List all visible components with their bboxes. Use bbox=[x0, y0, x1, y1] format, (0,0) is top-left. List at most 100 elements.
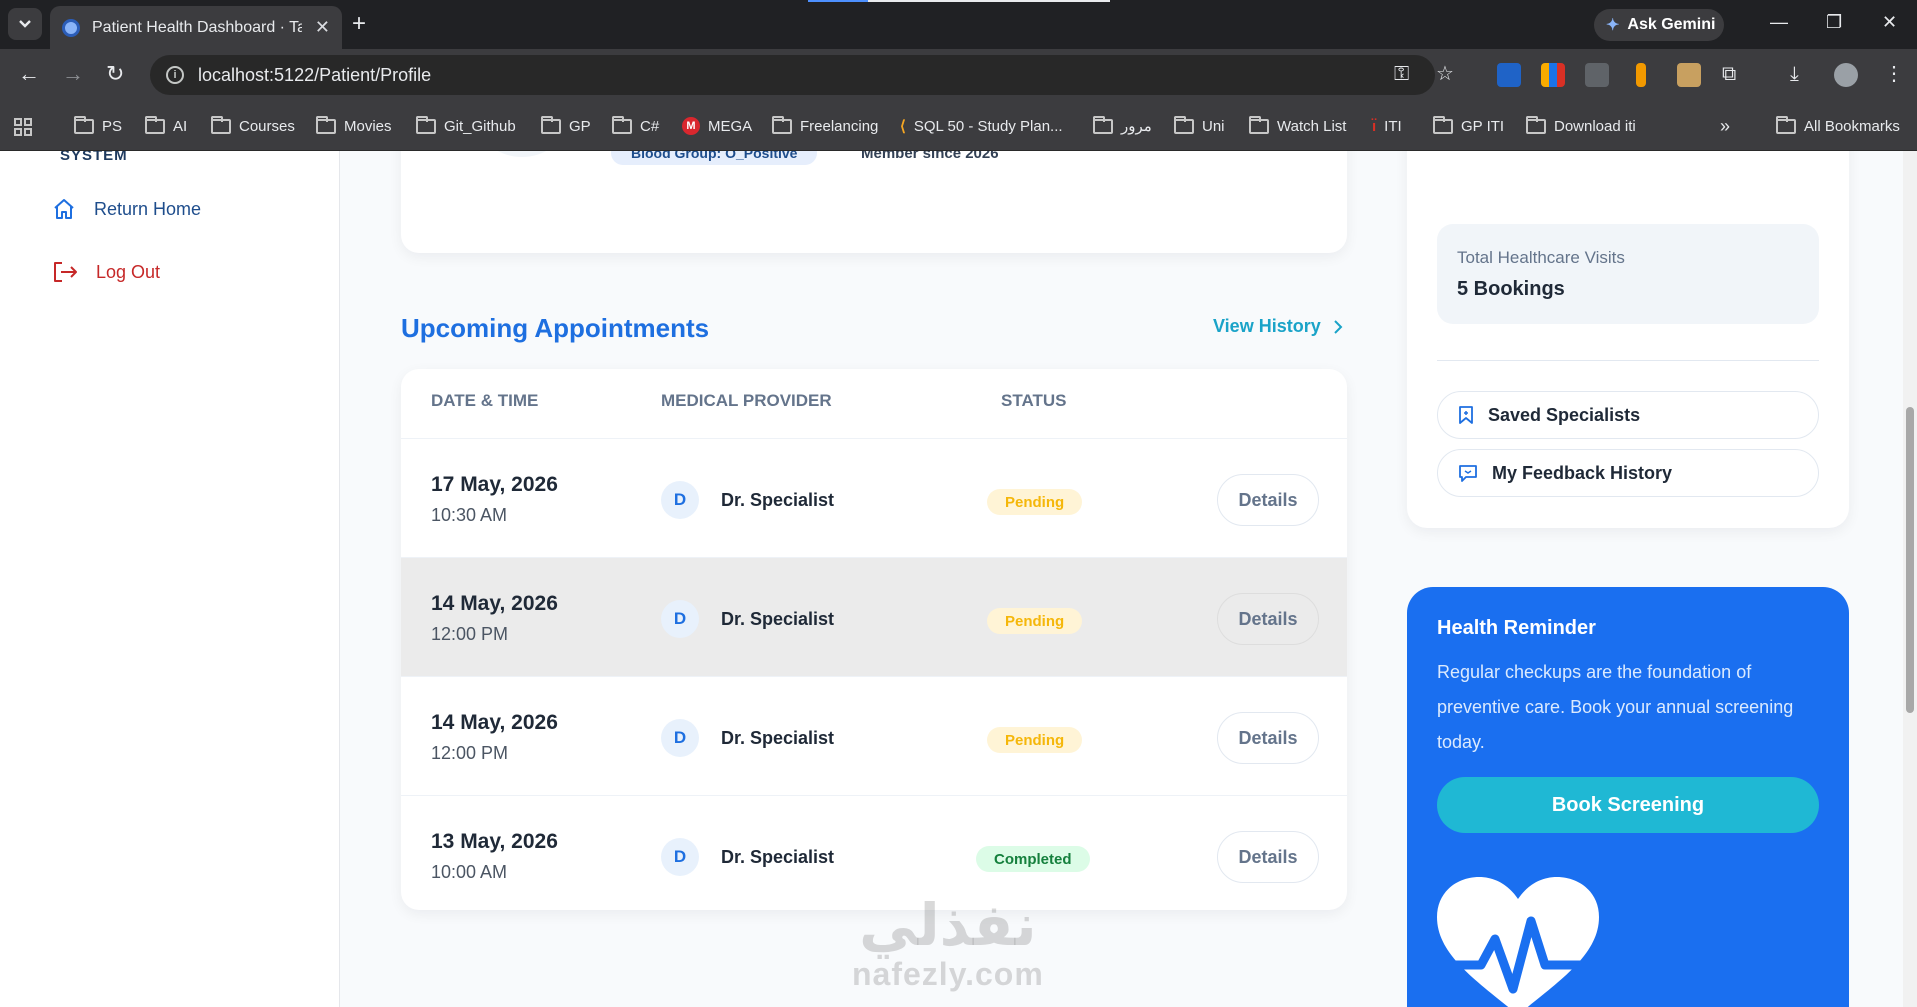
tab-strip-indicator bbox=[808, 0, 868, 2]
table-row: 14 May, 2026 12:00 PM D Dr. Specialist P… bbox=[401, 676, 1347, 795]
doctor-avatar: D bbox=[661, 481, 699, 519]
bookmark-label: PS bbox=[102, 117, 123, 135]
details-button[interactable]: Details bbox=[1217, 593, 1319, 645]
bookmark-label: MEGA bbox=[708, 117, 753, 135]
total-visits-label: Total Healthcare Visits bbox=[1457, 248, 1625, 267]
details-button[interactable]: Details bbox=[1217, 474, 1319, 526]
folder-icon bbox=[1526, 115, 1546, 134]
extension-analytics-icon[interactable] bbox=[1541, 63, 1565, 87]
apps-grid-icon[interactable] bbox=[14, 118, 32, 136]
back-arrow-icon[interactable]: ← bbox=[18, 63, 40, 85]
header-status: STATUS bbox=[1001, 391, 1067, 410]
return-home-label: Return Home bbox=[94, 198, 202, 219]
extension-pin-icon[interactable] bbox=[1636, 63, 1646, 87]
bookmark-label: ITI bbox=[1384, 117, 1402, 135]
downloads-icon[interactable]: ⤓ bbox=[1790, 64, 1799, 84]
chevron-down-icon bbox=[19, 20, 31, 28]
extension-text-icon[interactable] bbox=[1585, 63, 1609, 87]
forward-arrow-icon[interactable]: → bbox=[62, 63, 84, 85]
bookmark-git-github[interactable]: Git_Github bbox=[416, 115, 516, 137]
saved-specialists-label: Saved Specialists bbox=[1488, 404, 1641, 425]
log-out-link[interactable]: Log Out bbox=[52, 261, 160, 283]
folder-icon bbox=[1174, 115, 1194, 134]
header-date-time: DATE & TIME bbox=[431, 391, 539, 410]
appointment-time: 10:30 AM bbox=[431, 505, 508, 525]
details-button[interactable]: Details bbox=[1217, 712, 1319, 764]
bookmark-sql50[interactable]: ⟨ SQL 50 - Study Plan... bbox=[900, 115, 1063, 137]
folder-icon bbox=[416, 115, 436, 134]
bookmark-freelancing[interactable]: Freelancing bbox=[772, 115, 878, 137]
gemini-sparkle-icon: ✦ bbox=[1606, 17, 1620, 34]
extensions-puzzle-icon[interactable]: ⧉ bbox=[1722, 64, 1736, 84]
browser-tab-bar: Patient Health Dashboard · Tabi ✕ + ✦ As… bbox=[0, 0, 1917, 49]
active-browser-tab[interactable]: Patient Health Dashboard · Tabi ✕ bbox=[50, 6, 342, 49]
folder-icon bbox=[211, 115, 231, 134]
bookmark-watch-list[interactable]: Watch List bbox=[1249, 115, 1346, 137]
bookmark-moror[interactable]: مرور bbox=[1093, 115, 1152, 137]
appointment-date: 14 May, 2026 bbox=[431, 592, 558, 615]
all-bookmarks[interactable]: All Bookmarks bbox=[1776, 115, 1900, 137]
scrollbar-thumb[interactable] bbox=[1906, 407, 1914, 713]
bookmark-gp[interactable]: GP bbox=[541, 115, 591, 137]
log-out-label: Log Out bbox=[96, 261, 161, 282]
watermark: نفذلي nafezly.com bbox=[852, 894, 1044, 993]
details-button[interactable]: Details bbox=[1217, 831, 1319, 883]
doctor-avatar: D bbox=[661, 600, 699, 638]
sidebar: SYSTEM Return Home Log Out bbox=[0, 151, 340, 1007]
total-visits-box: Total Healthcare Visits 5 Bookings bbox=[1437, 224, 1819, 324]
password-key-icon[interactable]: ⚿ bbox=[1394, 64, 1409, 84]
book-screening-button[interactable]: Book Screening bbox=[1437, 777, 1819, 833]
bookmark-csharp[interactable]: C# bbox=[612, 115, 659, 137]
feedback-history-button[interactable]: My Feedback History bbox=[1437, 449, 1819, 497]
bookmark-label: Freelancing bbox=[800, 117, 879, 135]
bookmark-uni[interactable]: Uni bbox=[1174, 115, 1225, 137]
tab-title: Patient Health Dashboard · Tabi bbox=[92, 18, 302, 36]
bookmark-star-icon[interactable]: ☆ bbox=[1436, 64, 1454, 84]
bookmark-label: Download iti bbox=[1554, 117, 1636, 135]
browser-menu-icon[interactable]: ⋮ bbox=[1884, 64, 1904, 84]
bookmark-label: C# bbox=[640, 117, 660, 135]
brand-name-partial: SYSTEM bbox=[60, 151, 128, 164]
bookmark-label: Movies bbox=[344, 117, 392, 135]
site-info-icon[interactable]: i bbox=[166, 66, 184, 84]
view-history-link[interactable]: View History bbox=[1213, 316, 1343, 337]
folder-icon bbox=[1776, 115, 1796, 134]
bookmark-icon bbox=[1459, 406, 1473, 424]
bookmark-gp-iti[interactable]: GP ITI bbox=[1433, 115, 1504, 137]
appointment-time: 12:00 PM bbox=[431, 624, 509, 644]
more-bookmarks-icon[interactable]: » bbox=[1720, 115, 1730, 137]
total-visits-value: 5 Bookings bbox=[1457, 278, 1565, 300]
ask-gemini-button[interactable]: ✦ Ask Gemini bbox=[1594, 9, 1724, 41]
bookmark-mega[interactable]: M MEGA bbox=[682, 115, 752, 137]
status-badge: Pending bbox=[987, 727, 1083, 753]
return-home-link[interactable]: Return Home bbox=[52, 197, 201, 221]
feedback-chat-icon bbox=[1459, 465, 1477, 482]
extension-translate-icon[interactable] bbox=[1497, 63, 1521, 87]
saved-specialists-button[interactable]: Saved Specialists bbox=[1437, 391, 1819, 439]
page-scrollbar[interactable] bbox=[1903, 151, 1917, 1007]
close-window-icon[interactable]: ✕ bbox=[1882, 12, 1897, 33]
appointments-table: DATE & TIME MEDICAL PROVIDER STATUS 17 M… bbox=[401, 369, 1347, 910]
minimize-window-icon[interactable]: — bbox=[1770, 12, 1788, 33]
bookmark-download-iti[interactable]: Download iti bbox=[1526, 115, 1636, 137]
status-badge: Pending bbox=[987, 489, 1083, 515]
bookmark-ps[interactable]: PS bbox=[74, 115, 122, 137]
blood-group-chip: Blood Group: O_Positive bbox=[611, 151, 818, 165]
bookmark-ai[interactable]: AI bbox=[145, 115, 187, 137]
reload-icon[interactable]: ↻ bbox=[106, 63, 124, 85]
bookmark-movies[interactable]: Movies bbox=[316, 115, 392, 137]
bookmark-courses[interactable]: Courses bbox=[211, 115, 295, 137]
tab-search-button[interactable] bbox=[8, 8, 42, 40]
address-bar[interactable]: i localhost:5122/Patient/Profile bbox=[150, 55, 1435, 95]
tab-favicon-icon bbox=[62, 18, 80, 37]
mega-logo-icon: M bbox=[682, 117, 700, 135]
profile-avatar[interactable] bbox=[1834, 63, 1858, 87]
close-tab-icon[interactable]: ✕ bbox=[315, 17, 330, 38]
url-text: localhost:5122/Patient/Profile bbox=[198, 64, 432, 85]
extension-box-icon[interactable] bbox=[1677, 63, 1701, 87]
restore-window-icon[interactable]: ❐ bbox=[1826, 12, 1842, 33]
bookmark-label: Watch List bbox=[1277, 117, 1347, 135]
bookmark-iti[interactable]: ı̈ ITI bbox=[1372, 115, 1402, 137]
new-tab-button[interactable]: + bbox=[352, 12, 366, 36]
view-history-label: View History bbox=[1213, 316, 1321, 336]
